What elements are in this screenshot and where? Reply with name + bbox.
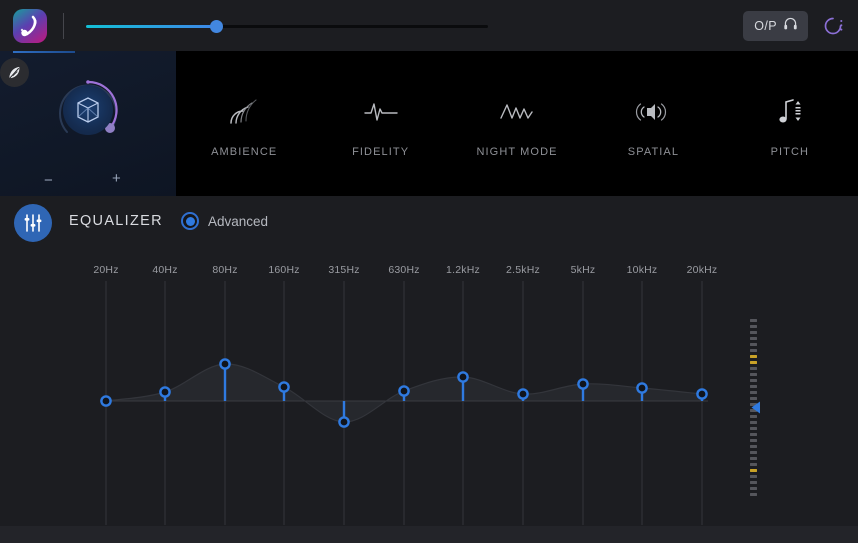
ruler-tick-25: [750, 469, 757, 472]
freq-tick-20kHz: 20kHz: [687, 264, 718, 276]
surround-decrease-button[interactable]: −: [44, 173, 53, 188]
feather-icon[interactable]: [0, 58, 29, 87]
freq-tick-315Hz: 315Hz: [328, 264, 359, 276]
freq-tick-20Hz: 20Hz: [93, 264, 118, 276]
headphone-icon: [783, 16, 798, 36]
eq-band-handle-2[interactable]: [220, 359, 229, 368]
fidelity-pulse-icon: [363, 97, 399, 127]
surround-intensity-knob[interactable]: [52, 74, 124, 146]
ruler-tick-23: [750, 457, 757, 460]
ruler-tick-1: [750, 325, 757, 328]
ruler-tick-17: [750, 421, 757, 424]
eq-band-handle-1[interactable]: [160, 387, 169, 396]
freq-tick-80Hz: 80Hz: [212, 264, 237, 276]
nav-label-ambience: AMBIENCE: [211, 146, 277, 158]
nav-item-fidelity[interactable]: FIDELITY: [312, 51, 448, 196]
circular-progress-icon[interactable]: [822, 15, 844, 37]
nav-item-spatial[interactable]: SPATIAL: [585, 51, 721, 196]
cube-icon: [63, 85, 113, 135]
ruler-tick-19: [750, 433, 757, 436]
ruler-tick-18: [750, 427, 757, 430]
ruler-tick-16: [750, 415, 757, 418]
eq-band-handle-3[interactable]: [279, 382, 288, 391]
eq-band-handle-9[interactable]: [637, 383, 646, 392]
freq-tick-40Hz: 40Hz: [152, 264, 177, 276]
eq-band-handle-4[interactable]: [339, 417, 348, 426]
eq-band-handle-8[interactable]: [578, 379, 587, 388]
ruler-tick-24: [750, 463, 757, 466]
sound-enhancer-window: O/P: [0, 0, 858, 543]
freq-tick-160Hz: 160Hz: [268, 264, 299, 276]
ruler-tick-28: [750, 487, 757, 490]
nav-item-night-mode[interactable]: NIGHT MODE: [449, 51, 585, 196]
top-bar: O/P: [0, 0, 858, 51]
ruler-tick-9: [750, 373, 757, 376]
eq-curve-canvas[interactable]: [0, 254, 858, 543]
ruler-tick-22: [750, 451, 757, 454]
eq-band-handle-10[interactable]: [697, 389, 706, 398]
ruler-tick-10: [750, 379, 757, 382]
volume-fill: [86, 25, 218, 28]
output-label: O/P: [754, 19, 777, 33]
page-title: EQUALIZER: [69, 213, 163, 229]
freq-tick-2.5kHz: 2.5kHz: [506, 264, 540, 276]
eq-band-handle-0[interactable]: [101, 396, 110, 405]
nav-item-pitch[interactable]: PITCH: [722, 51, 858, 196]
output-device-button[interactable]: O/P: [743, 11, 808, 41]
surround-panel: − + 3D SURROUND: [0, 51, 176, 196]
nav-label-spatial: SPATIAL: [628, 146, 679, 158]
nav-label-pitch: PITCH: [771, 146, 810, 158]
ambience-waves-icon: [227, 97, 261, 127]
equalizer-graph[interactable]: 20Hz 40Hz 80Hz 160Hz 315Hz 630Hz 1.2kHz 2.5kHz 5…: [0, 254, 858, 543]
eq-band-handle-6[interactable]: [458, 372, 467, 381]
eq-band-handle-7[interactable]: [518, 389, 527, 398]
ruler-tick-27: [750, 481, 757, 484]
app-logo-icon[interactable]: [13, 9, 47, 43]
freq-tick-5kHz: 5kHz: [571, 264, 596, 276]
top-bar-actions: O/P: [743, 0, 844, 51]
equalizer-header: EQUALIZER Advanced Hip Hop: [0, 196, 858, 254]
nav-label-night-mode: NIGHT MODE: [476, 146, 557, 158]
ruler-tick-4: [750, 343, 757, 346]
eq-band-handle-5[interactable]: [399, 386, 408, 395]
volume-thumb[interactable]: [210, 20, 223, 33]
equalizer-sliders-icon[interactable]: [14, 204, 52, 242]
ruler-tick-12: [750, 391, 757, 394]
nav-label-fidelity: FIDELITY: [352, 146, 409, 158]
ruler-tick-26: [750, 475, 757, 478]
ruler-tick-6: [750, 355, 757, 358]
radio-outer: [181, 212, 199, 230]
ruler-tick-29: [750, 493, 757, 496]
ruler-tick-3: [750, 337, 757, 340]
ruler-tick-8: [750, 367, 757, 370]
ruler-tick-11: [750, 385, 757, 388]
ruler-tick-5: [750, 349, 757, 352]
preamp-ruler[interactable]: [748, 316, 760, 496]
toolbar-divider: [63, 13, 64, 39]
ruler-tick-13: [750, 397, 757, 400]
pitch-note-icon: [774, 97, 806, 127]
spatial-speaker-icon: [634, 97, 672, 127]
freq-tick-1.2kHz: 1.2kHz: [446, 264, 480, 276]
ruler-tick-2: [750, 331, 757, 334]
ruler-tick-20: [750, 439, 757, 442]
radio-inner: [186, 217, 195, 226]
nav-item-ambience[interactable]: AMBIENCE: [176, 51, 312, 196]
advanced-label: Advanced: [208, 214, 268, 229]
surround-increase-button[interactable]: +: [112, 171, 121, 186]
advanced-mode-radio[interactable]: Advanced: [181, 212, 268, 230]
freq-tick-630Hz: 630Hz: [388, 264, 419, 276]
ruler-tick-0: [750, 319, 757, 322]
night-mode-wave-icon: [498, 97, 536, 127]
effects-nav: AMBIENCE FIDELITY NIGHT MODE: [176, 51, 858, 196]
freq-tick-10kHz: 10kHz: [627, 264, 658, 276]
ruler-tick-21: [750, 445, 757, 448]
master-volume-slider[interactable]: [86, 16, 488, 36]
ruler-tick-7: [750, 361, 757, 364]
